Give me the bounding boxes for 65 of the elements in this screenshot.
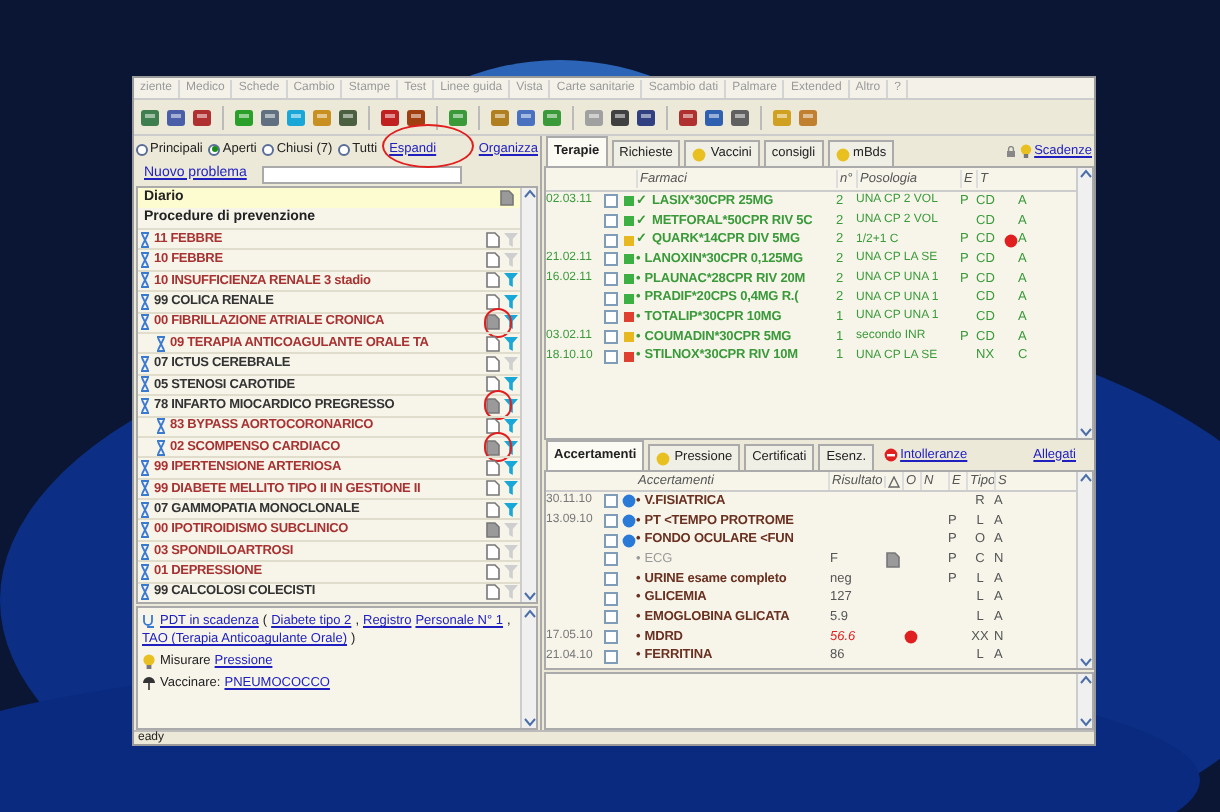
hourglass-icon [140,522,150,539]
checkbox[interactable] [604,194,618,209]
checkbox[interactable] [604,349,618,364]
checkbox[interactable] [604,630,618,645]
scrollbar[interactable] [1076,674,1092,728]
scrollbar[interactable] [520,188,536,602]
checkbox[interactable] [604,591,618,606]
bulb-icon [142,653,156,669]
toolbar-icon[interactable] [192,107,212,127]
toolbar-icon[interactable] [636,107,656,127]
toolbar-icon[interactable] [610,107,630,127]
hourglass-icon [140,314,150,331]
checkbox[interactable] [604,494,618,509]
toolbar-icon[interactable] [730,107,750,127]
hourglass-icon [140,501,150,518]
hourglass-icon [140,397,150,414]
scrollbar[interactable] [1076,168,1092,438]
checkbox[interactable] [604,310,618,325]
toolbar-icon[interactable] [516,107,536,127]
hourglass-icon [140,356,150,373]
no-entry-icon [884,448,899,462]
hourglass-icon [140,272,150,289]
warning-icon [888,475,900,487]
circle-icon [692,147,707,161]
checkbox[interactable] [604,233,618,248]
toolbar-icon[interactable] [166,107,186,127]
circle-icon [656,451,671,465]
toolbar-icon[interactable] [338,107,358,127]
checkbox[interactable] [604,272,618,287]
checkbox[interactable] [604,552,618,567]
toolbar-icon[interactable] [678,107,698,127]
hourglass-icon [140,459,150,476]
checkbox[interactable] [604,649,618,664]
hourglass-icon [156,439,166,456]
checkbox[interactable] [604,533,618,548]
hourglass-icon [156,418,166,435]
hourglass-icon [140,376,150,393]
toolbar-icon[interactable] [380,107,400,127]
hourglass-icon [140,231,150,248]
toolbar-icon[interactable] [406,107,426,127]
bulb-icon [1020,144,1033,158]
checkbox[interactable] [604,330,618,345]
checkbox[interactable] [604,610,618,625]
document-icon [500,190,514,206]
hourglass-icon [140,480,150,497]
scrollbar[interactable] [520,608,536,728]
hourglass-icon [140,252,150,269]
search-field[interactable] [262,165,463,183]
checkbox[interactable] [604,252,618,267]
checkbox[interactable] [604,514,618,529]
hourglass-icon [140,563,150,580]
checkbox[interactable] [604,572,618,587]
circle-icon [835,147,850,161]
toolbar-icon[interactable] [140,107,160,127]
hourglass-icon [156,335,166,352]
hourglass-icon [140,293,150,310]
hourglass-icon [140,543,150,560]
toolbar-icon[interactable] [260,107,280,127]
umbrella-icon [142,675,156,691]
lock-icon [1006,145,1017,157]
scrollbar[interactable] [1076,472,1092,668]
hourglass-icon [140,584,150,601]
toolbar-icon[interactable] [704,107,724,127]
checkbox[interactable] [604,291,618,306]
checkbox[interactable] [604,214,618,229]
